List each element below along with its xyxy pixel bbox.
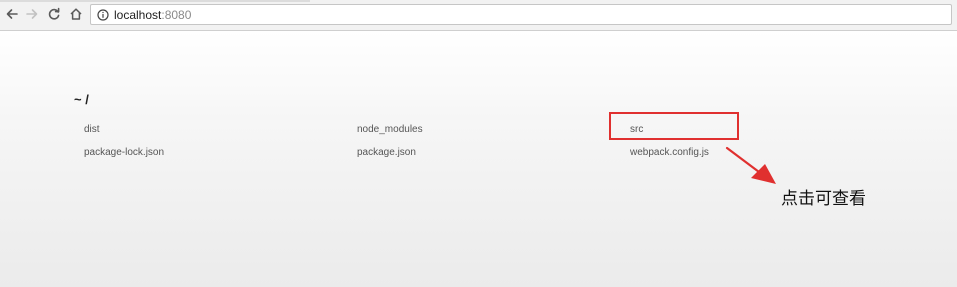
address-bar[interactable]: localhost:8080 xyxy=(90,4,952,25)
file-link-package-lock-json[interactable]: package-lock.json xyxy=(84,147,164,159)
file-link-package-json[interactable]: package.json xyxy=(357,147,416,159)
browser-toolbar: localhost:8080 xyxy=(0,0,957,31)
url-text[interactable]: localhost:8080 xyxy=(114,8,191,22)
tab-strip-edge xyxy=(0,0,310,2)
reload-button[interactable] xyxy=(45,5,63,23)
home-button[interactable] xyxy=(67,5,85,23)
info-icon[interactable] xyxy=(97,8,109,21)
directory-title: ~ / xyxy=(74,92,89,107)
url-host: localhost xyxy=(114,7,162,22)
forward-button[interactable] xyxy=(23,5,41,23)
file-link-dist[interactable]: dist xyxy=(84,124,100,136)
file-link-node-modules[interactable]: node_modules xyxy=(357,124,423,136)
home-icon xyxy=(70,8,82,20)
annotation-text: 点击可查看 xyxy=(781,189,866,208)
forward-arrow-icon xyxy=(26,9,38,19)
back-arrow-icon xyxy=(6,9,18,19)
highlight-box xyxy=(609,112,739,140)
page-content: ~ / dist node_modules src package-lock.j… xyxy=(0,31,957,287)
back-button[interactable] xyxy=(3,5,21,23)
url-port: :8080 xyxy=(161,7,192,22)
file-link-webpack-config-js[interactable]: webpack.config.js xyxy=(630,147,709,159)
annotation-arrow-icon xyxy=(725,146,776,184)
reload-icon xyxy=(48,7,60,20)
